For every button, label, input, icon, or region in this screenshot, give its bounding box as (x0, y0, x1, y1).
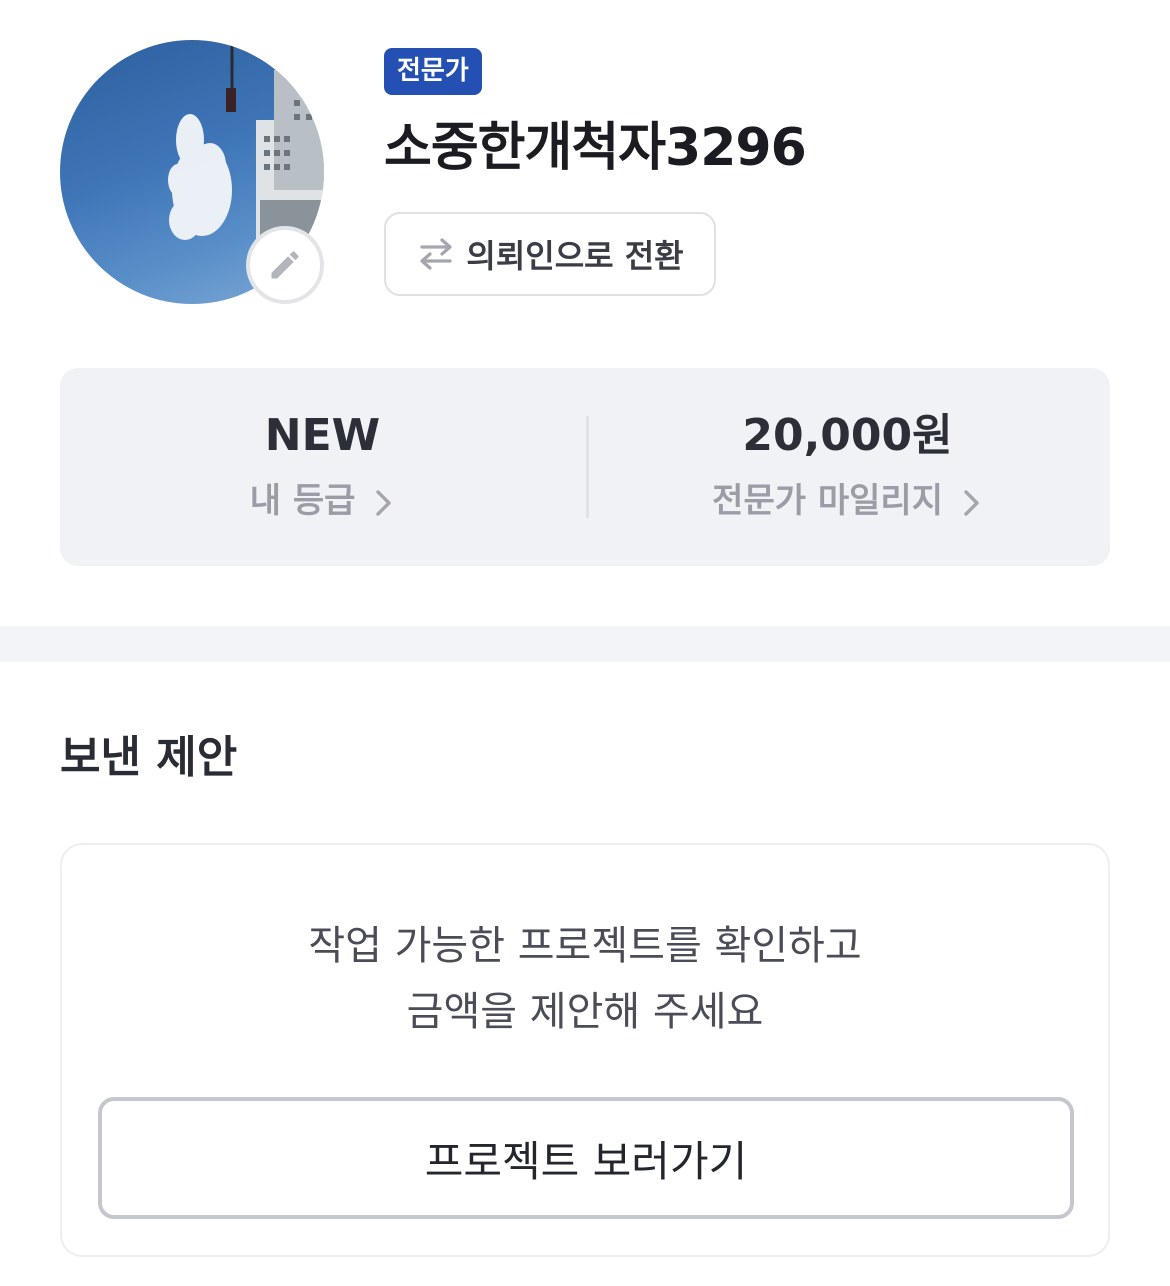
chevron-right-icon (376, 489, 391, 516)
profile-header: 전문가 소중한개척자3296 의뢰인으로 전환 (0, 0, 1170, 340)
mileage-stat[interactable]: 20,000원 전문가 마일리지 (585, 368, 1110, 566)
sent-proposals-empty-card: 작업 가능한 프로젝트를 확인하고 금액을 제안해 주세요 프로젝트 보러가기 (60, 843, 1110, 1257)
grade-stat[interactable]: NEW 내 등급 (60, 368, 585, 566)
expert-badge: 전문가 (384, 48, 482, 95)
mileage-value: 20,000원 (742, 410, 953, 461)
stats-panel: NEW 내 등급 20,000원 전문가 마일리지 (60, 368, 1110, 566)
empty-state-line-1: 작업 가능한 프로젝트를 확인하고 (308, 923, 862, 969)
username: 소중한개척자3296 (384, 118, 807, 178)
edit-avatar-button[interactable] (246, 226, 324, 304)
mileage-label-row: 전문가 마일리지 (585, 476, 1110, 526)
swap-arrows-icon (420, 238, 452, 270)
switch-to-client-button[interactable]: 의뢰인으로 전환 (384, 212, 716, 296)
empty-state-message: 작업 가능한 프로젝트를 확인하고 금액을 제안해 주세요 (62, 913, 1108, 1045)
chevron-right-icon (964, 489, 979, 516)
grade-value: NEW (264, 410, 381, 461)
sent-proposals-title: 보낸 제안 (60, 732, 238, 783)
section-separator (0, 626, 1170, 662)
switch-to-client-label: 의뢰인으로 전환 (466, 237, 684, 275)
browse-projects-button[interactable]: 프로젝트 보러가기 (98, 1097, 1074, 1219)
expert-profile-page: 전문가 소중한개척자3296 의뢰인으로 전환 NEW 내 등급 20,000원… (0, 0, 1170, 1286)
mileage-label: 전문가 마일리지 (712, 481, 943, 521)
empty-state-line-2: 금액을 제안해 주세요 (406, 989, 764, 1035)
pencil-icon (271, 251, 299, 279)
avatar-container (60, 40, 324, 304)
grade-label-row: 내 등급 (60, 476, 585, 526)
grade-label: 내 등급 (249, 481, 356, 521)
